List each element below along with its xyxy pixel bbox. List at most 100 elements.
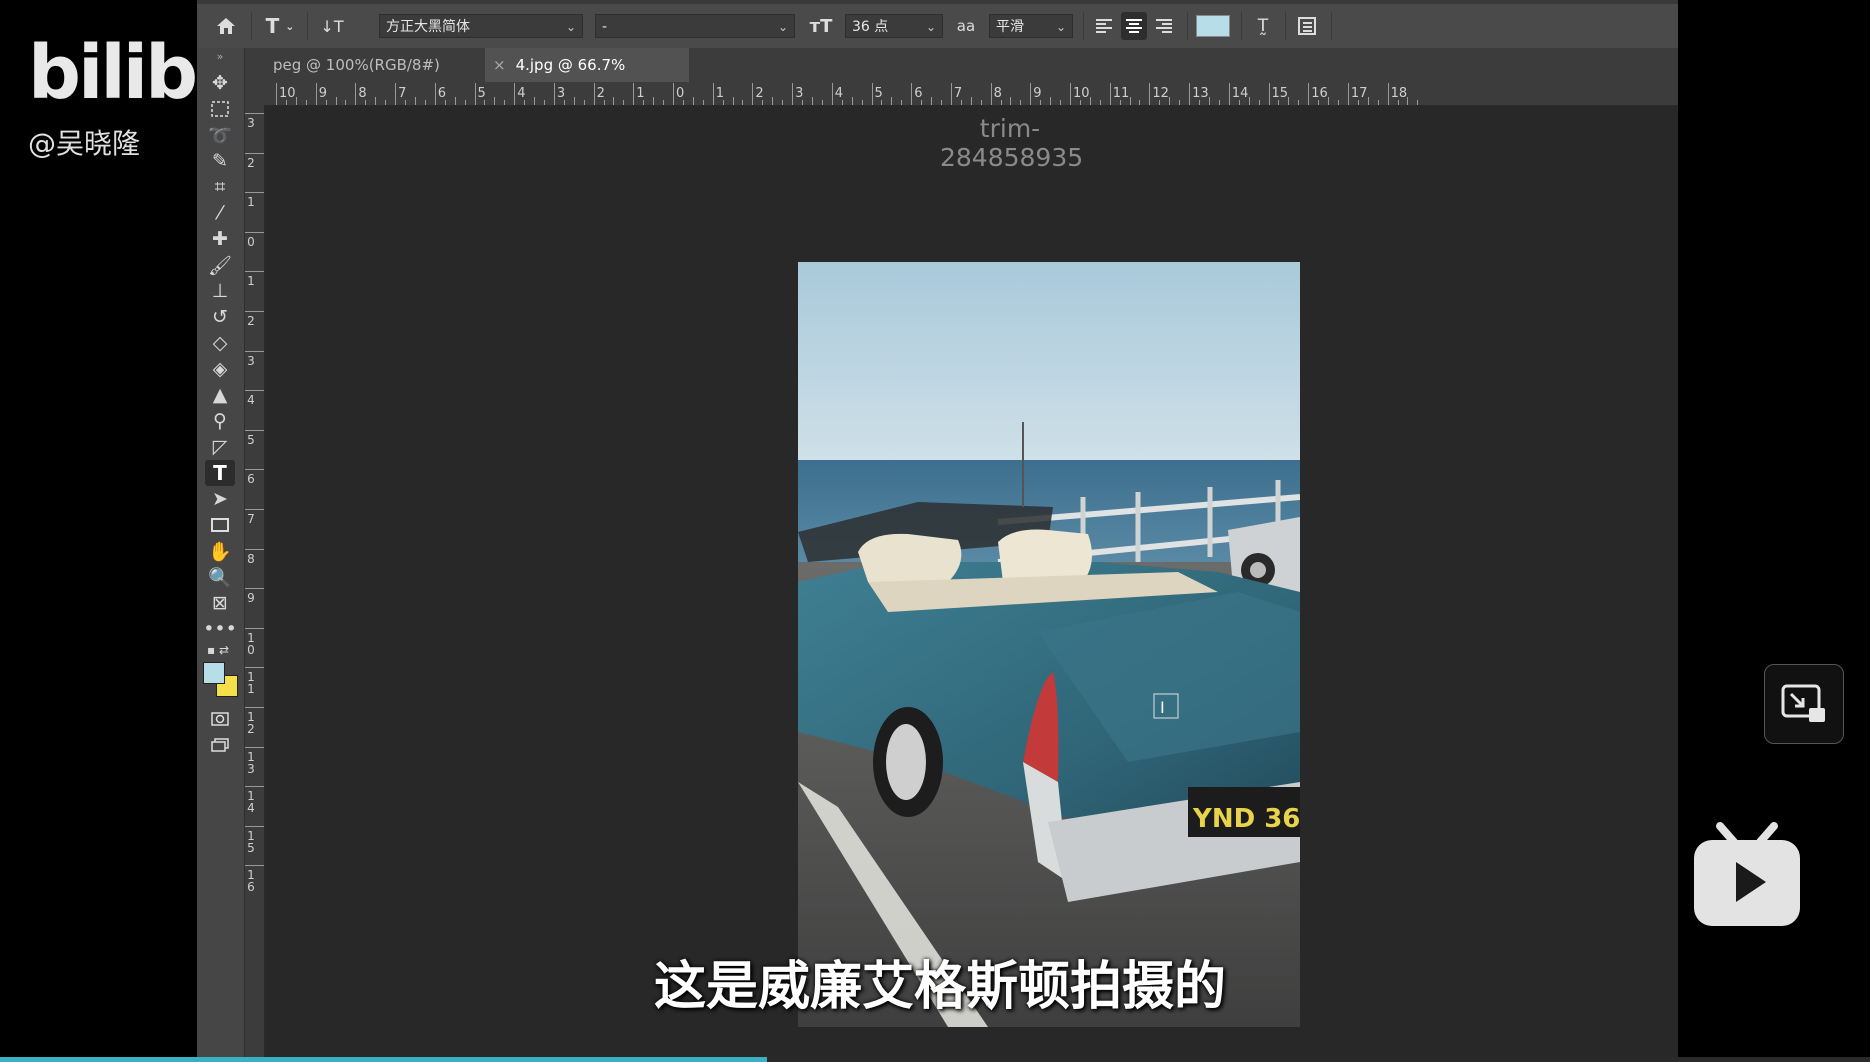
ruler-label: 1: [636, 86, 645, 101]
ruler-label: 16: [1311, 86, 1328, 101]
ruler-minor-tick: [1258, 100, 1260, 105]
ruler-label: 7: [247, 512, 255, 526]
ruler-minor-tick: [692, 97, 694, 105]
path-selection-tool-icon[interactable]: ➤: [205, 486, 235, 512]
history-brush-tool-icon[interactable]: ↺: [205, 304, 235, 330]
ruler-minor-tick: [643, 100, 645, 105]
eraser-tool-icon[interactable]: ◇: [205, 330, 235, 356]
ruler-minor-tick: [1119, 100, 1121, 105]
healing-brush-tool-icon[interactable]: ✚: [205, 226, 235, 252]
ruler-label: 15: [1271, 86, 1289, 101]
type-tool-icon[interactable]: T: [205, 460, 235, 486]
video-progress-bar[interactable]: [0, 1057, 1870, 1062]
ruler-minor-tick: [385, 100, 387, 105]
ruler-tick: [474, 83, 476, 105]
type-tool-preset-icon[interactable]: T ⌄: [259, 12, 301, 40]
antialias-select[interactable]: 平滑 ⌄: [989, 14, 1073, 38]
brush-tool-icon[interactable]: 🖌: [205, 252, 235, 278]
dodge-tool-icon[interactable]: ⚲: [205, 408, 235, 434]
crop-tool-icon[interactable]: ⌗: [205, 174, 235, 200]
tab-close-icon[interactable]: ×: [493, 56, 506, 74]
home-icon[interactable]: [211, 12, 241, 40]
ruler-label: 4: [834, 86, 844, 101]
screen-mode-icon[interactable]: [205, 732, 235, 758]
ruler-minor-tick: [722, 100, 724, 105]
ruler-label: 4: [517, 86, 526, 101]
collapse-panel-icon[interactable]: »: [205, 48, 235, 64]
ruler-label: 2: [247, 155, 255, 170]
tab-jpeg[interactable]: peg @ 100%(RGB/8#): [269, 48, 483, 82]
rectangle-tool-icon[interactable]: [205, 512, 235, 538]
bilibili-tv-icon[interactable]: [1692, 820, 1802, 932]
ruler-tick: [244, 509, 264, 510]
ruler-label: 9: [318, 86, 327, 101]
ruler-minor-tick: [305, 100, 307, 105]
ruler-minor-tick: [653, 97, 655, 105]
ruler-minor-tick: [623, 100, 625, 105]
ruler-tick: [1109, 83, 1111, 105]
ruler-tick: [514, 83, 516, 105]
ruler-minor-tick: [821, 100, 823, 105]
zoom-tool-icon[interactable]: 🔍: [205, 564, 235, 590]
ruler-label: 1: [247, 274, 255, 289]
ruler-minor-tick: [1337, 100, 1339, 105]
ruler-minor-tick: [494, 97, 496, 105]
color-swatches[interactable]: [203, 662, 239, 698]
align-right-icon[interactable]: [1151, 12, 1177, 40]
ruler-tick: [434, 83, 436, 105]
ruler-minor-tick: [980, 100, 982, 105]
ruler-minor-tick: [613, 97, 615, 105]
ruler-minor-tick: [742, 100, 744, 105]
video-progress-fill: [0, 1057, 767, 1062]
ruler-horizontal: 10 9 8 7 6 5 4 3 2 1 0 1 2 3 4 5 6 7 8 9 10 11 12 13 14 15 16 17 18: [248, 82, 1678, 106]
ruler-minor-tick: [1288, 97, 1290, 105]
license-plate: YND 36: [1192, 804, 1300, 834]
ruler-tick: [244, 311, 264, 312]
ruler-minor-tick: [1179, 100, 1181, 105]
blur-tool-icon[interactable]: ▲: [205, 382, 235, 408]
character-panel-icon[interactable]: [1293, 12, 1321, 40]
picture-in-picture-button[interactable]: [1764, 664, 1844, 744]
align-left-icon[interactable]: [1091, 12, 1117, 40]
marquee-tool-icon[interactable]: [205, 96, 235, 122]
ruler-tick: [1387, 83, 1389, 105]
ruler-label: 6: [914, 86, 923, 101]
ruler-tick: [752, 83, 754, 105]
move-tool-icon[interactable]: ✥: [205, 70, 235, 96]
ruler-label: 12: [1152, 86, 1169, 101]
warp-text-icon[interactable]: T̰: [1249, 12, 1277, 40]
quick-mask-icon[interactable]: [205, 706, 235, 732]
clone-stamp-tool-icon[interactable]: ⊥: [205, 278, 235, 304]
ruler-minor-tick: [1040, 100, 1042, 105]
ruler-tick: [1189, 83, 1191, 105]
ruler-minor-tick: [1318, 100, 1320, 105]
toggle-orientation-icon[interactable]: ↓T: [315, 12, 349, 40]
quick-selection-tool-icon[interactable]: ✎: [205, 148, 235, 174]
ruler-minor-tick: [345, 100, 347, 105]
foreground-color-swatch[interactable]: [203, 662, 225, 684]
ruler-minor-tick: [464, 100, 466, 105]
ruler-minor-tick: [940, 100, 942, 105]
ruler-minor-tick: [970, 97, 972, 105]
ruler-label: 18: [1390, 86, 1408, 101]
ruler-minor-tick: [1139, 100, 1141, 105]
eyedropper-tool-icon[interactable]: ⁄: [205, 200, 235, 226]
paint-bucket-tool-icon[interactable]: ◈: [205, 356, 235, 382]
tab-4jpg[interactable]: ×4.jpg @ 66.7%(RGB/8*): [485, 48, 689, 108]
ruler-tick: [244, 152, 264, 154]
font-size-select[interactable]: 36 点 ⌄: [845, 14, 943, 38]
text-color-swatch[interactable]: [1195, 12, 1231, 40]
font-style-select[interactable]: - ⌄: [595, 14, 795, 38]
ruler-minor-tick: [1169, 97, 1171, 105]
swap-colors-icon[interactable]: ▪ ⇄: [205, 642, 235, 658]
document-photo[interactable]: YND 36 I: [798, 262, 1300, 1027]
align-center-icon[interactable]: [1121, 12, 1147, 40]
more-tools-icon[interactable]: •••: [203, 616, 237, 642]
hand-tool-icon[interactable]: ✋: [205, 538, 235, 564]
ruler-label: 1: [715, 86, 724, 101]
frame-tool-icon[interactable]: ⊠: [205, 590, 235, 616]
pen-tool-icon[interactable]: ◸: [205, 434, 235, 460]
lasso-tool-icon[interactable]: ➰: [205, 122, 235, 148]
font-family-select[interactable]: 方正大黑简体 ⌄: [379, 14, 583, 38]
ruler-label: 1 5: [247, 828, 255, 855]
